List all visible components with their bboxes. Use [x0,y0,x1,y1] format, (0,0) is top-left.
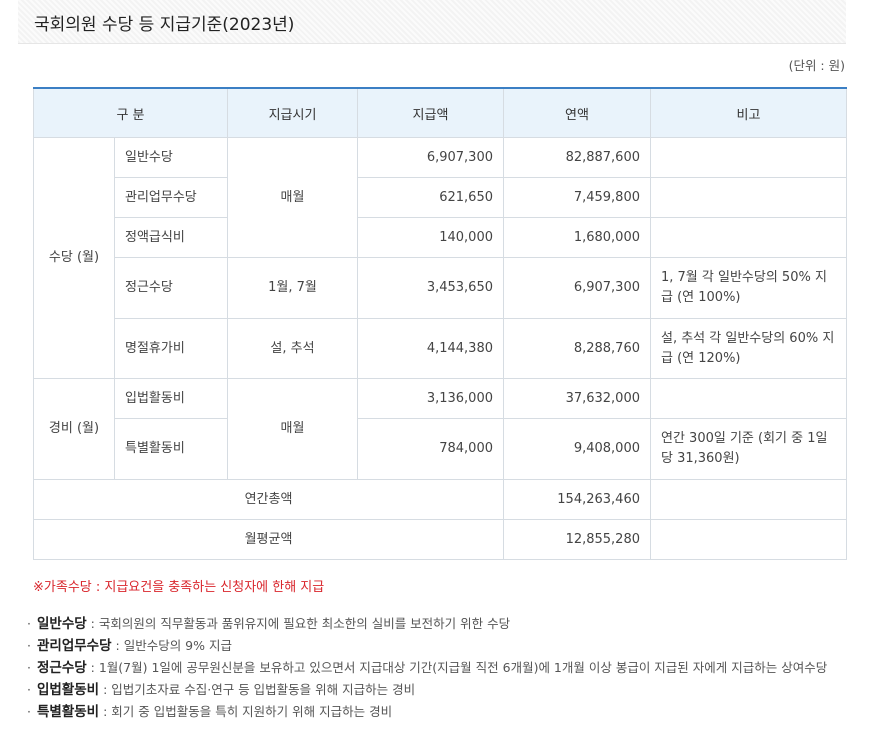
table-row: 정액급식비 140,000 1,680,000 [34,217,847,258]
definition-term: 특별활동비 [37,704,100,720]
table-header-row: 구 분 지급시기 지급액 연액 비고 [33,87,847,138]
row-note: 설, 추석 각 일반수당의 60% 지급 (연 120%) [650,318,847,379]
title-bar: 국회의원 수당 등 지급기준(2023년) [18,0,846,44]
group-expense-cell: 경비 (월) [33,378,115,480]
header-annual: 연액 [503,87,651,138]
total-label: 연간총액 [33,479,504,520]
row-annual: 9,408,000 [503,418,651,480]
total-row: 연간총액 154,263,460 [33,479,847,520]
header-amount: 지급액 [357,87,504,138]
definition-desc: : 1월(7월) 1일에 공무원신분을 보유하고 있으면서 지급대상 기간(지급… [86,660,828,675]
definition-item: 특별활동비 : 회기 중 입법활동을 특히 지원하기 위해 지급하는 경비 [27,701,857,723]
monthly-avg-label: 월평균액 [33,519,504,560]
row-amount: 784,000 [357,418,504,480]
row-note [650,137,847,178]
unit-label: (단위 : 원) [788,58,845,73]
row-amount: 140,000 [357,217,504,258]
row-name: 관리업무수당 [114,177,228,218]
table-row: 특별활동비 784,000 9,408,000 연간 300일 기준 (회기 중… [34,418,847,480]
row-name: 일반수당 [114,137,228,178]
total-value: 154,263,460 [503,479,651,520]
row-name: 특별활동비 [114,418,228,480]
definition-term: 관리업무수당 [37,638,112,654]
row-amount: 621,650 [357,177,504,218]
row-note [650,177,847,218]
allowance-table: 구 분 지급시기 지급액 연액 비고 수당 (월) 일반수당 매월 6,907,… [33,87,847,560]
monthly-avg-value: 12,855,280 [503,519,651,560]
row-timing: 1월, 7월 [227,257,358,319]
row-amount: 4,144,380 [357,318,504,379]
table-row: 수당 (월) 일반수당 매월 6,907,300 82,887,600 [33,137,847,379]
total-note [650,479,847,520]
row-name: 명절휴가비 [114,318,228,379]
table-row: 관리업무수당 621,650 7,459,800 [34,177,847,218]
table-row: 명절휴가비 설, 추석 4,144,380 8,288,760 설, 추석 각 … [34,318,847,379]
row-timing: 매월 [227,137,358,258]
row-amount: 6,907,300 [357,137,504,178]
row-amount: 3,136,000 [357,378,504,419]
definition-desc: : 회기 중 입법활동을 특히 지원하기 위해 지급하는 경비 [99,704,393,719]
family-allowance-note: ※가족수당 : 지급요건을 충족하는 신청자에 한해 지급 [33,580,325,595]
definition-item: 일반수당 : 국회의원의 직무활동과 품위유지에 필요한 최소한의 실비를 보전… [27,613,857,635]
row-annual: 8,288,760 [503,318,651,379]
monthly-avg-row: 월평균액 12,855,280 [33,519,847,560]
row-name: 정액급식비 [114,217,228,258]
row-note [650,217,847,258]
page-title: 국회의원 수당 등 지급기준(2023년) [34,15,295,35]
row-note: 1, 7월 각 일반수당의 50% 지급 (연 100%) [650,257,847,319]
definition-desc: : 입법기초자료 수집·연구 등 입법활동을 위해 지급하는 경비 [99,682,416,697]
row-annual: 82,887,600 [503,137,651,178]
row-timing: 설, 추석 [227,318,358,379]
header-note: 비고 [650,87,847,138]
table-row: 경비 (월) 입법활동비 매월 3,136,000 37,632,000 [33,378,847,480]
definition-item: 정근수당 : 1월(7월) 1일에 공무원신분을 보유하고 있으면서 지급대상 … [27,657,857,679]
row-annual: 6,907,300 [503,257,651,319]
row-annual: 37,632,000 [503,378,651,419]
row-timing: 매월 [227,378,358,480]
row-annual: 7,459,800 [503,177,651,218]
definition-desc: : 일반수당의 9% 지급 [111,638,232,653]
definition-term: 일반수당 [37,616,87,632]
header-category: 구 분 [33,87,228,138]
definitions-list: 일반수당 : 국회의원의 직무활동과 품위유지에 필요한 최소한의 실비를 보전… [27,613,857,723]
row-annual: 1,680,000 [503,217,651,258]
table-row: 정근수당 1월, 7월 3,453,650 6,907,300 1, 7월 각 … [34,257,847,319]
row-amount: 3,453,650 [357,257,504,319]
monthly-avg-note [650,519,847,560]
row-name: 입법활동비 [114,378,228,419]
definition-item: 입법활동비 : 입법기초자료 수집·연구 등 입법활동을 위해 지급하는 경비 [27,679,857,701]
definition-term: 정근수당 [37,660,87,676]
header-timing: 지급시기 [227,87,358,138]
group-allowance-cell: 수당 (월) [33,137,115,379]
row-name: 정근수당 [114,257,228,319]
row-note [650,378,847,419]
definition-item: 관리업무수당 : 일반수당의 9% 지급 [27,635,857,657]
definition-desc: : 국회의원의 직무활동과 품위유지에 필요한 최소한의 실비를 보전하기 위한… [86,616,511,631]
definition-term: 입법활동비 [37,682,100,698]
row-note: 연간 300일 기준 (회기 중 1일당 31,360원) [650,418,847,480]
